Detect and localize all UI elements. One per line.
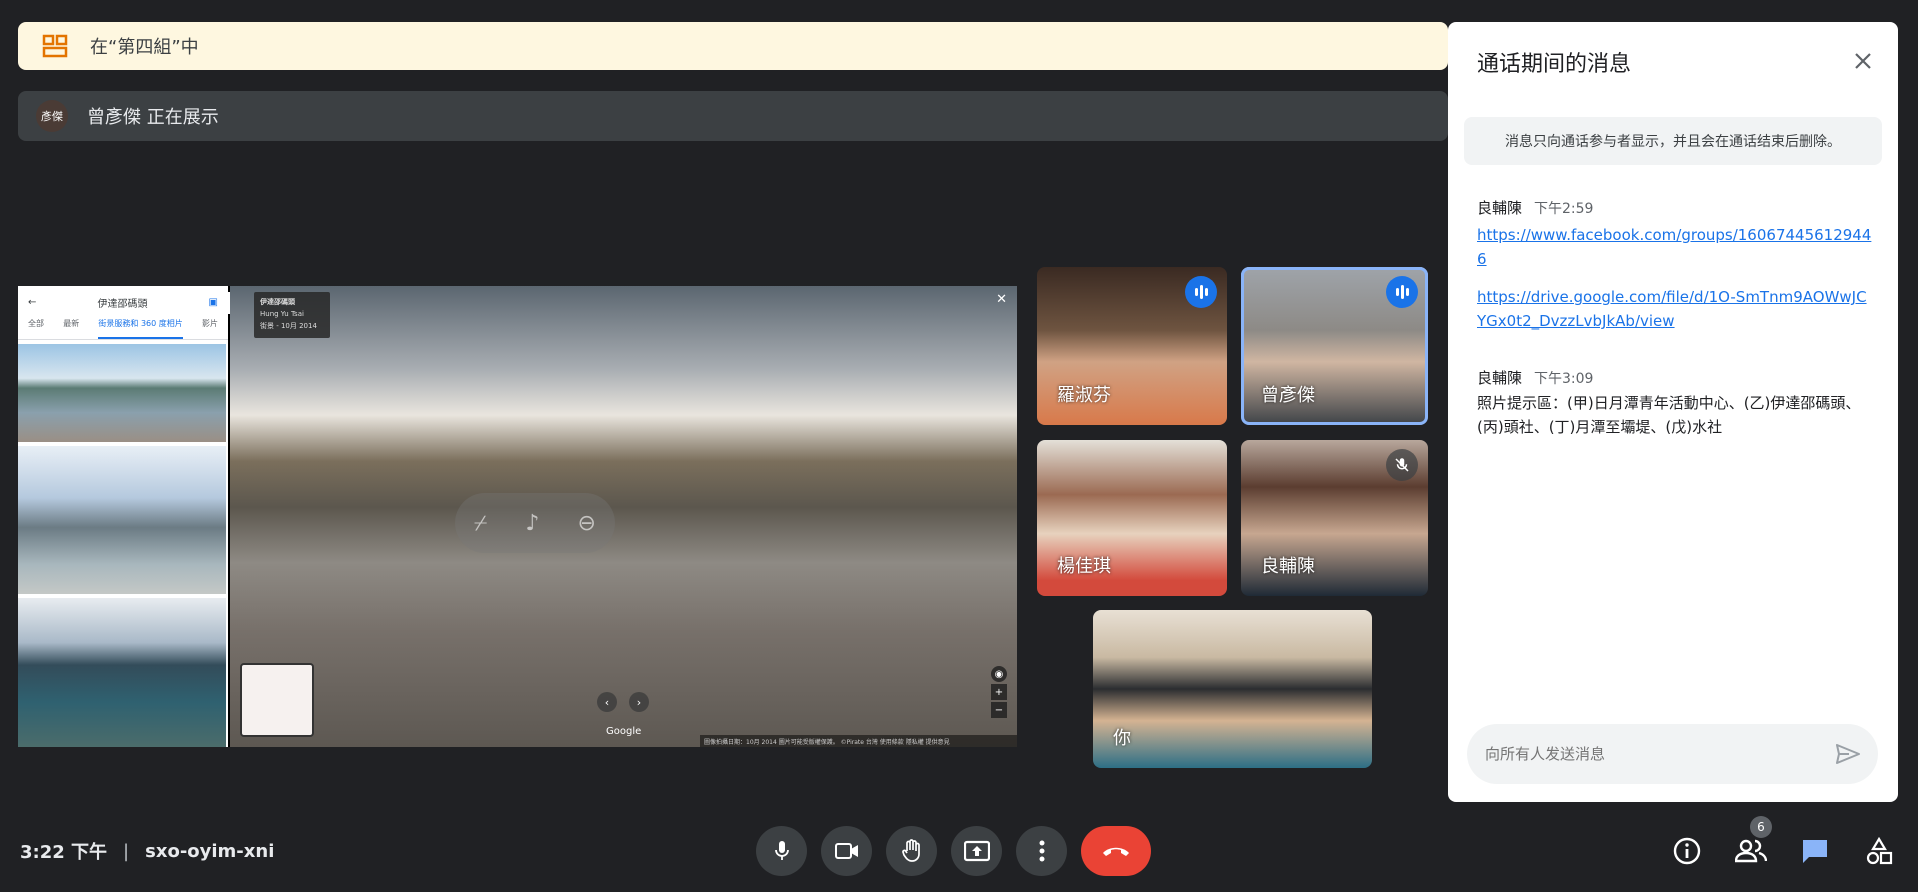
activities-button[interactable] xyxy=(1862,834,1896,868)
send-button[interactable] xyxy=(1828,734,1868,774)
message-body: 照片提示區：(甲)日月潭青年活動中心、(乙)伊達邵碼頭、(丙)頭社、(丁)月潭至… xyxy=(1477,394,1861,436)
mic-off-icon xyxy=(1386,449,1418,481)
message-link[interactable]: https://www.facebook.com/groups/16067445… xyxy=(1477,223,1872,271)
presenting-label: 曾彥傑 正在展示 xyxy=(87,107,219,128)
chat-title: 通话期间的消息 xyxy=(1477,52,1632,77)
close-icon: ✕ xyxy=(996,292,1007,307)
videocam-icon xyxy=(834,843,858,859)
screen-share-controls: ⌿ ♪ ⊖ xyxy=(455,493,615,553)
presenting-bar: 彥傑 曾彥傑 正在展示 xyxy=(18,91,1448,141)
chat-message: 良輔陳 下午3:09 照片提示區：(甲)日月潭青年活動中心、(乙)伊達邵碼頭、(丙… xyxy=(1477,366,1872,439)
present-screen-button[interactable] xyxy=(951,826,1002,876)
zoom-controls: ◉ + − xyxy=(991,666,1007,732)
microphone-button[interactable] xyxy=(756,826,807,876)
close-chat-button[interactable] xyxy=(1848,46,1878,76)
meeting-info: 3:22 下午 | sxo-oyim-xni xyxy=(20,838,274,864)
street-view-nav: ‹ › xyxy=(597,692,649,712)
more-options-button[interactable] xyxy=(1016,826,1067,876)
participant-tile[interactable]: 楊佳琪 xyxy=(1037,440,1227,596)
breakout-room-icon xyxy=(42,34,68,58)
send-icon xyxy=(1836,744,1860,764)
zoom-in-icon: + xyxy=(991,684,1007,700)
chat-icon xyxy=(1803,840,1827,863)
panel-title: 伊達邵碼頭 xyxy=(97,298,148,310)
participant-name: 曾彥傑 xyxy=(1261,385,1315,406)
shared-screen[interactable]: ← 伊達邵碼頭 ▣ 全部 最新 街景服務和 360 度相片 影片 ‹ 伊達邵碼頭… xyxy=(18,286,1017,747)
activities-icon xyxy=(1866,837,1893,865)
leave-call-button[interactable] xyxy=(1081,826,1151,876)
camera-button[interactable] xyxy=(821,826,872,876)
chevron-right-icon: › xyxy=(629,692,649,712)
meeting-details-button[interactable] xyxy=(1670,834,1704,868)
participant-tile[interactable]: 曾彥傑 xyxy=(1241,267,1428,425)
meeting-code: sxo-oyim-xni xyxy=(145,840,275,862)
participant-name: 你 xyxy=(1113,728,1131,749)
present-icon xyxy=(963,840,990,862)
chat-panel: 通话期间的消息 消息只向通话参与者显示，并且会在通话结束后删除。 良輔陳 下午2:… xyxy=(1448,22,1898,802)
photo-thumbnail xyxy=(18,598,226,747)
people-icon xyxy=(1735,839,1767,863)
close-icon xyxy=(1855,53,1871,69)
mini-map xyxy=(240,663,314,737)
participant-tile[interactable]: 羅淑芬 xyxy=(1037,267,1227,425)
google-logo: Google xyxy=(606,726,642,737)
chat-button[interactable] xyxy=(1798,834,1832,868)
photo-thumbnail xyxy=(18,446,226,594)
volume-icon: ♪ xyxy=(525,510,540,536)
participant-name: 良輔陳 xyxy=(1261,556,1315,577)
chevron-left-icon: ‹ xyxy=(597,692,617,712)
speaking-indicator-icon xyxy=(1185,276,1217,308)
sv-author: Hung Yu Tsai xyxy=(260,310,304,318)
chat-message-input[interactable] xyxy=(1485,745,1828,763)
people-count-badge: 6 xyxy=(1750,816,1772,838)
compass-icon: ◉ xyxy=(991,666,1007,682)
call-end-icon xyxy=(1103,847,1129,856)
avatar: 彥傑 xyxy=(36,100,68,132)
breakout-room-banner: 在“第四組”中 xyxy=(18,22,1448,70)
sv-date: 街景 - 10月 2014 xyxy=(260,322,317,330)
side-controls: 6 xyxy=(1670,816,1896,868)
participant-tile[interactable]: 良輔陳 xyxy=(1241,440,1428,596)
microphone-icon xyxy=(774,841,789,860)
participant-name: 楊佳琪 xyxy=(1057,556,1111,577)
street-view-image: 伊達邵碼頭 Hung Yu Tsai 街景 - 10月 2014 ✕ ⌿ ♪ ⊖… xyxy=(230,286,1017,747)
people-button[interactable]: 6 xyxy=(1734,816,1772,868)
meeting-separator: | xyxy=(123,840,130,862)
breakout-room-label: 在“第四組”中 xyxy=(90,37,199,58)
hand-icon xyxy=(901,839,920,862)
chat-message: 良輔陳 下午2:59 https://www.facebook.com/group… xyxy=(1477,196,1872,333)
call-controls xyxy=(756,826,1151,876)
tab-street-view: 街景服務和 360 度相片 xyxy=(98,318,183,339)
meeting-time: 3:22 下午 xyxy=(20,842,108,863)
message-time: 下午3:09 xyxy=(1534,371,1594,387)
self-view-tile[interactable]: 你 xyxy=(1093,610,1372,768)
more-vert-icon xyxy=(1039,840,1044,862)
photo-thumbnail xyxy=(18,344,226,442)
tab-latest: 最新 xyxy=(63,319,80,328)
message-sender: 良輔陳 xyxy=(1477,369,1523,387)
camera-icon: ▣ xyxy=(208,296,218,308)
maps-photo-panel: ← 伊達邵碼頭 ▣ 全部 最新 街景服務和 360 度相片 影片 xyxy=(18,286,228,747)
raise-hand-button[interactable] xyxy=(886,826,937,876)
back-arrow-icon: ← xyxy=(28,296,37,308)
tab-videos: 影片 xyxy=(201,319,218,328)
speaking-indicator-icon xyxy=(1386,276,1418,308)
remove-icon: ⊖ xyxy=(577,510,596,536)
zoom-out-icon: − xyxy=(991,702,1007,718)
chat-notice: 消息只向通话参与者显示，并且会在通话结束后删除。 xyxy=(1464,117,1882,165)
message-sender: 良輔陳 xyxy=(1477,199,1523,217)
tab-all: 全部 xyxy=(28,319,44,328)
chat-input-box xyxy=(1467,724,1878,784)
pin-off-icon: ⌿ xyxy=(474,510,488,536)
sv-title: 伊達邵碼頭 xyxy=(260,298,295,306)
map-footer: 圖像拍攝日期：10月 2014 圖片可能受版權保護。 ©Pirate 台灣 使用… xyxy=(700,735,1017,747)
participant-name: 羅淑芬 xyxy=(1057,385,1111,406)
street-view-info-card: 伊達邵碼頭 Hung Yu Tsai 街景 - 10月 2014 xyxy=(254,292,330,338)
message-time: 下午2:59 xyxy=(1534,201,1594,217)
message-link[interactable]: https://drive.google.com/file/d/1O-SmTnm… xyxy=(1477,285,1872,333)
info-icon xyxy=(1673,837,1701,865)
